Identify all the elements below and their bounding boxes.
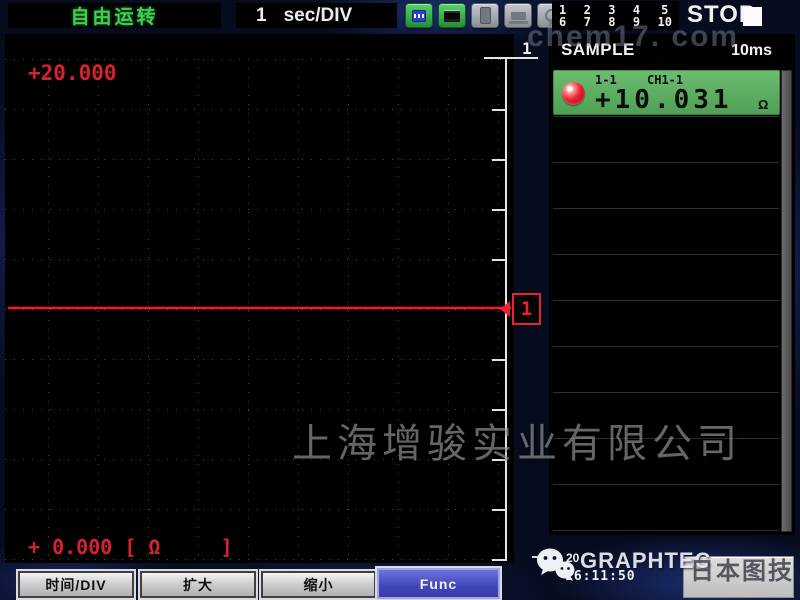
func-button[interactable]: Func bbox=[377, 568, 500, 599]
channel-number: 4 bbox=[633, 4, 640, 16]
grid-line-horizontal bbox=[5, 259, 509, 260]
channel-number: 8 bbox=[608, 16, 615, 28]
grid-line-horizontal bbox=[5, 159, 509, 160]
grid-line-horizontal bbox=[5, 509, 509, 510]
run-mode-display: 自由运转 bbox=[8, 3, 221, 28]
channel-panel: SAMPLE 10ms 1-1 CH1-1 +10.031 Ω bbox=[549, 34, 795, 535]
usb-stick-icon bbox=[471, 3, 499, 28]
grid-line-vertical bbox=[298, 59, 299, 562]
grid-line-horizontal bbox=[5, 359, 509, 360]
memory-card-glyph bbox=[412, 10, 426, 22]
channel-number: 5 bbox=[661, 4, 668, 16]
channel-row-separator bbox=[553, 346, 779, 347]
channel-row-separator bbox=[553, 254, 779, 255]
grid-line-horizontal bbox=[5, 109, 509, 110]
stop-indicator-square bbox=[743, 7, 762, 26]
usb-glyph bbox=[480, 7, 491, 24]
channel-number: 7 bbox=[584, 16, 591, 28]
channel-list-scrollbar[interactable] bbox=[781, 70, 792, 532]
grid-line-horizontal bbox=[5, 59, 509, 60]
media-status-icons bbox=[405, 3, 565, 28]
channel-row-separator bbox=[553, 300, 779, 301]
run-mode-label: 自由运转 bbox=[70, 2, 158, 29]
scale-upper-limit: +20.000 bbox=[28, 61, 117, 85]
grid-line-horizontal bbox=[5, 209, 509, 210]
computer-glyph bbox=[511, 12, 526, 20]
computer-icon bbox=[504, 3, 532, 28]
memory-card-icon bbox=[405, 3, 433, 28]
channel-row-separator bbox=[553, 208, 779, 209]
channel-number-grid: 16 27 38 49 510 bbox=[552, 1, 679, 30]
channel-number: 2 bbox=[584, 4, 591, 16]
grid-line-vertical bbox=[248, 59, 249, 562]
channel1-trace bbox=[8, 307, 511, 309]
grid-line-vertical bbox=[148, 59, 149, 562]
timebase-unit: sec/DIV bbox=[284, 5, 353, 27]
zoom-in-button[interactable]: 扩大 bbox=[140, 571, 256, 598]
channel-number: 6 bbox=[559, 16, 566, 28]
grid-line-horizontal bbox=[5, 459, 509, 460]
channel-row-separator bbox=[553, 530, 779, 531]
channel-number: 3 bbox=[608, 4, 615, 16]
datalogger-screen: 自由运转 1 sec/DIV 16 27 38 49 510 STOP +20.… bbox=[0, 0, 800, 600]
grid-line-vertical bbox=[398, 59, 399, 562]
timebase-display: 1 sec/DIV bbox=[236, 3, 397, 28]
zoom-out-button[interactable]: 缩小 bbox=[261, 571, 376, 598]
disk-icon bbox=[438, 3, 466, 28]
grid-line-vertical bbox=[348, 59, 349, 562]
grid-line-horizontal bbox=[5, 559, 509, 560]
scale-lower-limit: + 0.000 [ Ω ] bbox=[28, 535, 233, 559]
bezel-plate bbox=[683, 556, 794, 598]
trace-marker-arrow-icon bbox=[500, 301, 510, 317]
channel-number: 1 bbox=[559, 4, 566, 16]
channel-rows bbox=[549, 34, 795, 535]
grid-line-vertical bbox=[498, 59, 499, 562]
timebase-value: 1 bbox=[256, 5, 267, 27]
grid-line-vertical bbox=[48, 59, 49, 562]
clock-time: 16:11:50 bbox=[565, 569, 636, 584]
trace-position-marker[interactable]: 1 bbox=[512, 293, 541, 325]
grid-line-vertical bbox=[98, 59, 99, 562]
grid-line-horizontal bbox=[5, 309, 509, 310]
channel-row-separator bbox=[553, 438, 779, 439]
grid-line-horizontal bbox=[5, 409, 509, 410]
channel-row-separator bbox=[553, 116, 779, 117]
channel-row-separator bbox=[553, 162, 779, 163]
grid-line-vertical bbox=[448, 59, 449, 562]
channel-row-separator bbox=[553, 392, 779, 393]
waveform-plot: +20.000 + 0.000 [ Ω ] bbox=[5, 34, 514, 563]
channel-number: 9 bbox=[633, 16, 640, 28]
channel-number: 10 bbox=[658, 16, 672, 28]
time-div-button[interactable]: 时间/DIV bbox=[18, 571, 134, 598]
grid-line-vertical bbox=[198, 59, 199, 562]
clock-date: 20 bbox=[566, 551, 579, 565]
channel-row-separator bbox=[553, 484, 779, 485]
plot-grid bbox=[5, 34, 514, 563]
disk-glyph bbox=[444, 10, 460, 22]
scale-channel-number: 1 bbox=[522, 39, 532, 58]
